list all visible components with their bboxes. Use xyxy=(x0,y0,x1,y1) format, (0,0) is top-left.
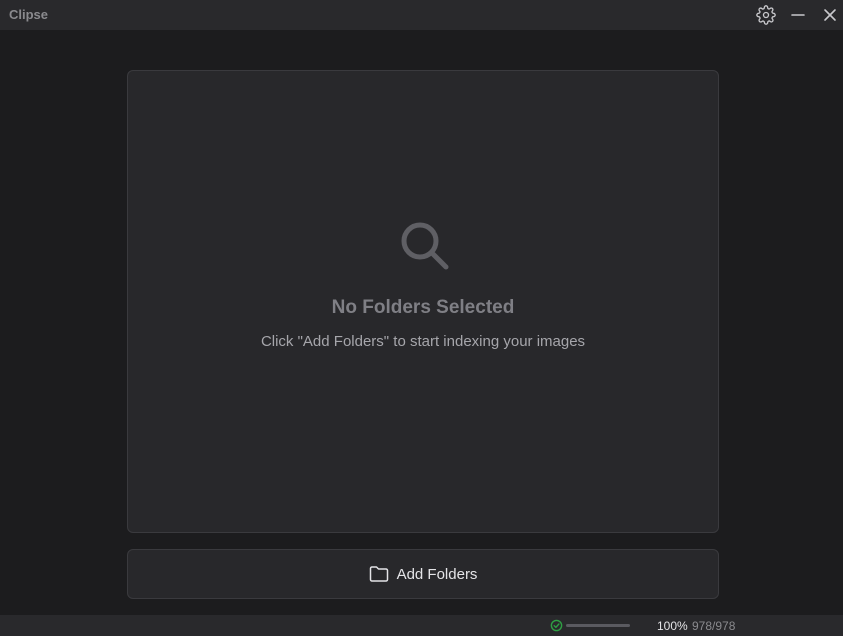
search-icon xyxy=(401,222,449,270)
app-window: Clipse No Folders Selected Click "Add Fo… xyxy=(0,0,843,636)
indexing-progress-bar xyxy=(566,624,630,627)
empty-state-subtitle: Click "Add Folders" to start indexing yo… xyxy=(260,333,586,350)
minimize-button[interactable] xyxy=(787,4,809,26)
add-folders-button[interactable]: Add Folders xyxy=(127,549,719,599)
status-bar: 100% 978/978 xyxy=(0,615,843,636)
minimize-icon xyxy=(791,14,805,16)
empty-state-title: No Folders Selected xyxy=(331,297,515,318)
gear-icon xyxy=(756,5,776,25)
app-title: Clipse xyxy=(9,7,49,22)
check-circle-icon xyxy=(550,619,563,632)
progress-percent: 100% xyxy=(657,619,688,633)
add-folders-label: Add Folders xyxy=(396,565,478,583)
title-bar[interactable]: Clipse xyxy=(0,0,843,30)
close-icon xyxy=(824,9,836,21)
indexing-progress-fill xyxy=(566,624,630,627)
settings-button[interactable] xyxy=(755,4,777,26)
progress-count: 978/978 xyxy=(692,619,736,633)
empty-state-panel: No Folders Selected Click "Add Folders" … xyxy=(127,70,719,533)
close-button[interactable] xyxy=(819,4,841,26)
folder-icon xyxy=(369,566,388,582)
